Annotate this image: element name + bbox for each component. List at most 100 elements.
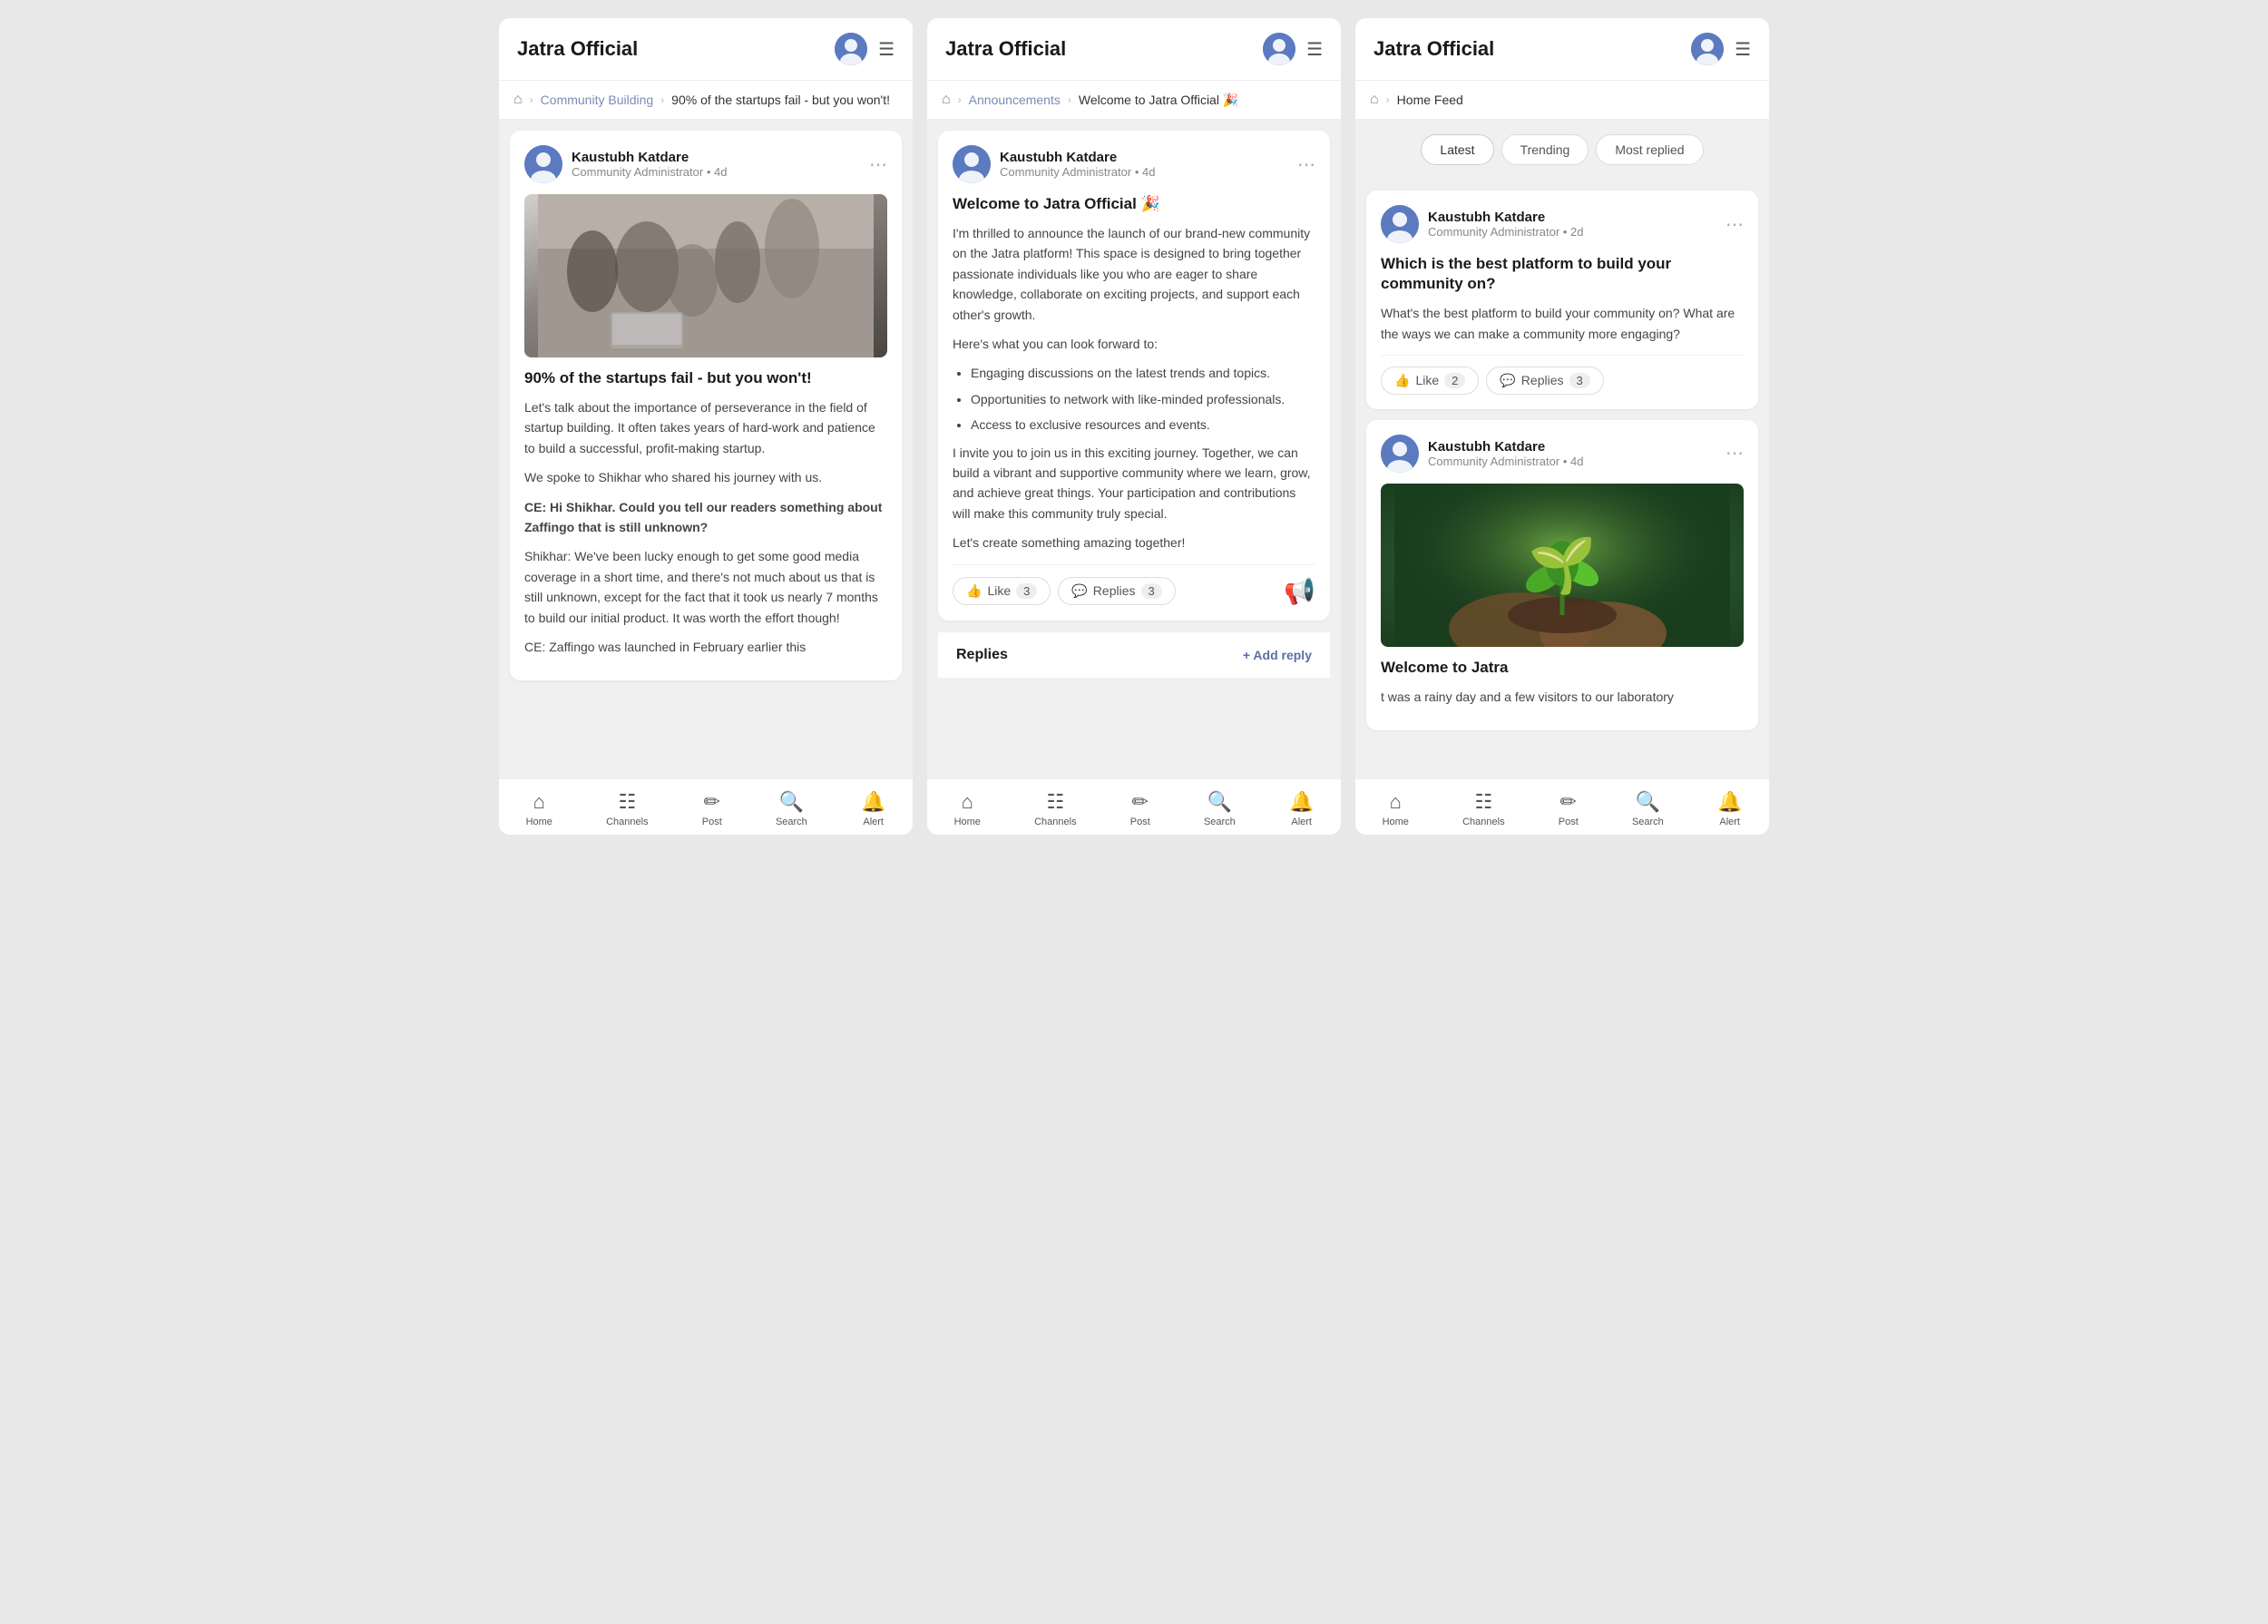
like-icon-3a: 👍: [1394, 373, 1410, 388]
screen1-content: Kaustubh Katdare Community Administrator…: [499, 120, 913, 778]
nav3-channels[interactable]: ☷ Channels: [1452, 787, 1515, 831]
screen-1: Jatra Official ☰ ⌂ › Community Building …: [499, 18, 913, 835]
post-card-1: Kaustubh Katdare Community Administrator…: [510, 131, 902, 680]
nav1-alert[interactable]: 🔔 Alert: [850, 787, 896, 831]
post1-body-continued: Shikhar: We've been lucky enough to get …: [524, 546, 887, 628]
post1-trailing: CE: Zaffingo was launched in February ea…: [524, 637, 887, 657]
nav2-home-label: Home: [954, 817, 981, 827]
post2-more-btn[interactable]: ⋯: [1297, 153, 1315, 176]
home-icon[interactable]: ⌂: [513, 92, 523, 108]
post3a-actions: 👍 Like 2 💬 Replies 3: [1381, 355, 1744, 395]
avatar[interactable]: [835, 33, 867, 65]
menu-icon-3[interactable]: ☰: [1735, 38, 1751, 61]
screen1-header: Jatra Official ☰: [499, 18, 913, 81]
nav2-channels[interactable]: ☷ Channels: [1023, 787, 1087, 831]
post2-like-btn[interactable]: 👍 Like 3: [953, 577, 1051, 605]
breadcrumb-arrow-2: ›: [660, 93, 664, 106]
reply-label-3a: Replies: [1521, 373, 1564, 387]
screen2-content: Kaustubh Katdare Community Administrator…: [927, 120, 1341, 778]
avatar3[interactable]: [1691, 33, 1724, 65]
post3b-body: t was a rainy day and a few visitors to …: [1381, 687, 1744, 707]
post1-title: 90% of the startups fail - but you won't…: [524, 368, 887, 388]
nav1-home-label: Home: [526, 817, 552, 827]
screen2-bottom-nav: ⌂ Home ☷ Channels ✏ Post 🔍 Search 🔔 Aler…: [927, 778, 1341, 835]
post1-more-btn[interactable]: ⋯: [869, 153, 887, 176]
reply-icon-2: 💬: [1071, 583, 1087, 599]
nav2-post[interactable]: ✏ Post: [1119, 787, 1161, 831]
home-icon-2[interactable]: ⌂: [942, 92, 951, 108]
nav1-channels[interactable]: ☷ Channels: [595, 787, 659, 831]
post2-author-info: Kaustubh Katdare Community Administrator…: [1000, 150, 1155, 179]
screen1-breadcrumb: ⌂ › Community Building › 90% of the star…: [499, 81, 913, 120]
nav3-post[interactable]: ✏ Post: [1548, 787, 1589, 831]
screen2-breadcrumb: ⌂ › Announcements › Welcome to Jatra Off…: [927, 81, 1341, 120]
tab-latest[interactable]: Latest: [1421, 134, 1493, 165]
like-label-2: Like: [987, 583, 1011, 598]
post3a-author-name: Kaustubh Katdare: [1428, 210, 1583, 225]
breadcrumb-arrow-4: ›: [1068, 93, 1071, 106]
search-nav-icon-2: 🔍: [1207, 790, 1232, 814]
reply-label-2: Replies: [1093, 583, 1136, 598]
post3b-avatar: [1381, 435, 1419, 473]
menu-icon-2[interactable]: ☰: [1306, 38, 1323, 61]
nav1-post[interactable]: ✏ Post: [691, 787, 733, 831]
post3a-more-btn[interactable]: ⋯: [1725, 213, 1744, 236]
post2-list-item-3: Access to exclusive resources and events…: [971, 415, 1315, 435]
home-icon-3[interactable]: ⌂: [1370, 92, 1379, 108]
nav1-home[interactable]: ⌂ Home: [515, 787, 563, 831]
menu-icon[interactable]: ☰: [878, 38, 894, 61]
post3a-author: Kaustubh Katdare Community Administrator…: [1381, 205, 1583, 243]
post2-list-item-2: Opportunities to network with like-minde…: [971, 389, 1315, 409]
tab-most-replied[interactable]: Most replied: [1596, 134, 1703, 165]
feed-tabs: Latest Trending Most replied: [1355, 120, 1769, 180]
post2-author-meta: Community Administrator • 4d: [1000, 165, 1155, 179]
breadcrumb-community[interactable]: Community Building: [541, 93, 654, 107]
nav2-search[interactable]: 🔍 Search: [1193, 787, 1246, 831]
post2-author: Kaustubh Katdare Community Administrator…: [953, 145, 1155, 183]
post-nav-icon: ✏: [704, 790, 720, 814]
nav1-search[interactable]: 🔍 Search: [765, 787, 818, 831]
replies-label: Replies: [956, 647, 1008, 663]
post3a-reply-count: 3: [1569, 373, 1590, 388]
nav2-alert[interactable]: 🔔 Alert: [1278, 787, 1325, 831]
post3b-author: Kaustubh Katdare Community Administrator…: [1381, 435, 1583, 473]
post2-reply-btn[interactable]: 💬 Replies 3: [1058, 577, 1175, 605]
screen3-content: Kaustubh Katdare Community Administrator…: [1355, 180, 1769, 778]
post3b-text: t was a rainy day and a few visitors to …: [1381, 687, 1744, 707]
post3a-text: What's the best platform to build your c…: [1381, 303, 1744, 344]
avatar2[interactable]: [1263, 33, 1295, 65]
screens-container: Jatra Official ☰ ⌂ › Community Building …: [499, 18, 1769, 835]
breadcrumb-homefeed[interactable]: Home Feed: [1397, 93, 1463, 107]
tab-trending[interactable]: Trending: [1501, 134, 1589, 165]
post3a-reply-btn[interactable]: 💬 Replies 3: [1486, 367, 1603, 395]
post-nav-icon-2: ✏: [1132, 790, 1149, 814]
post1-header: Kaustubh Katdare Community Administrator…: [524, 145, 887, 183]
post3b-image: [1381, 484, 1744, 647]
nav3-home[interactable]: ⌂ Home: [1372, 787, 1420, 831]
screen3-bottom-nav: ⌂ Home ☷ Channels ✏ Post 🔍 Search 🔔 Aler…: [1355, 778, 1769, 835]
nav2-home[interactable]: ⌂ Home: [943, 787, 992, 831]
post3b-author-info: Kaustubh Katdare Community Administrator…: [1428, 439, 1583, 468]
breadcrumb-post-title[interactable]: 90% of the startups fail - but you won't…: [671, 93, 890, 107]
nav1-alert-label: Alert: [863, 817, 884, 827]
nav3-alert[interactable]: 🔔 Alert: [1706, 787, 1753, 831]
breadcrumb-announcements[interactable]: Announcements: [969, 93, 1061, 107]
post3b-author-name: Kaustubh Katdare: [1428, 439, 1583, 455]
nav1-search-label: Search: [776, 817, 807, 827]
replies-bar: Replies + Add reply: [938, 631, 1330, 678]
post2-closing: Let's create something amazing together!: [953, 533, 1315, 553]
post3a-like-btn[interactable]: 👍 Like 2: [1381, 367, 1479, 395]
nav3-search[interactable]: 🔍 Search: [1621, 787, 1675, 831]
nav2-search-label: Search: [1204, 817, 1236, 827]
channels-nav-icon: ☷: [618, 790, 636, 814]
post3a-title: Which is the best platform to build your…: [1381, 254, 1744, 294]
nav2-channels-label: Channels: [1034, 817, 1076, 827]
post3b-more-btn[interactable]: ⋯: [1725, 442, 1744, 465]
channels-nav-icon-2: ☷: [1046, 790, 1064, 814]
add-reply-btn[interactable]: + Add reply: [1243, 648, 1312, 662]
reply-icon-3a: 💬: [1500, 373, 1515, 388]
post2-list-header: Here's what you can look forward to:: [953, 334, 1315, 354]
post2-like-count: 3: [1016, 583, 1037, 599]
home-nav-icon-3: ⌂: [1390, 790, 1402, 814]
breadcrumb-welcome[interactable]: Welcome to Jatra Official 🎉: [1079, 93, 1238, 108]
